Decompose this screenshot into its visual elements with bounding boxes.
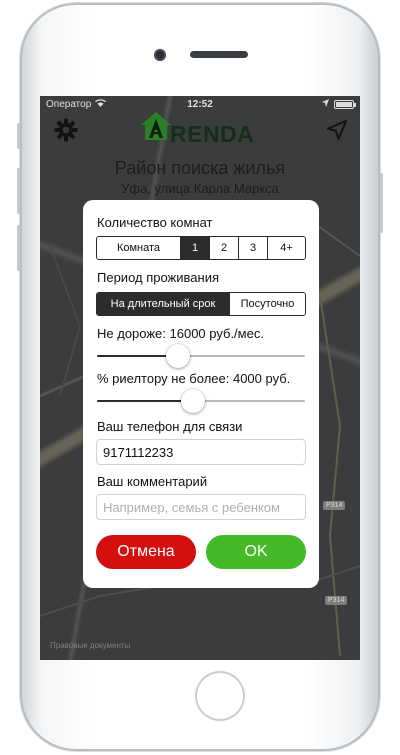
realtor-slider-thumb[interactable]: [181, 389, 205, 413]
period-label: Период проживания: [97, 270, 219, 285]
phone-label: Ваш телефон для связи: [97, 419, 243, 434]
earpiece-speaker: [190, 51, 248, 58]
rooms-option-1[interactable]: 1: [181, 237, 210, 259]
rooms-label: Количество комнат: [97, 215, 213, 230]
phone-input[interactable]: [96, 439, 306, 465]
rooms-option-3[interactable]: 3: [239, 237, 268, 259]
realtor-fee-slider[interactable]: [97, 386, 305, 416]
realtor-slider-fill: [97, 400, 193, 402]
ok-button[interactable]: OK: [206, 535, 306, 569]
mute-switch: [17, 123, 20, 149]
home-button[interactable]: [195, 671, 245, 721]
power-button: [380, 173, 383, 233]
cancel-button[interactable]: Отмена: [96, 535, 196, 569]
front-camera: [154, 49, 166, 61]
comment-input[interactable]: [96, 494, 306, 520]
price-slider-thumb[interactable]: [166, 344, 190, 368]
price-slider[interactable]: [97, 341, 305, 371]
rooms-segmented-control: Комната 1 2 3 4+: [96, 236, 306, 260]
period-option-long-term[interactable]: На длительный срок: [97, 293, 230, 315]
volume-down-button: [17, 225, 20, 271]
volume-up-button: [17, 168, 20, 214]
comment-label: Ваш комментарий: [97, 474, 208, 489]
realtor-fee-label: % риелтору не более: 4000 руб.: [97, 371, 291, 386]
screen: Оператор 12:52 RENDA Район поиска жилья …: [40, 96, 360, 660]
rooms-option-4plus[interactable]: 4+: [268, 237, 305, 259]
period-option-daily[interactable]: Посуточно: [230, 293, 305, 315]
period-segmented-control: На длительный срок Посуточно: [96, 292, 306, 316]
rooms-option-2[interactable]: 2: [210, 237, 239, 259]
search-settings-dialog: Количество комнат Комната 1 2 3 4+ Перио…: [83, 200, 319, 588]
price-label: Не дороже: 16000 руб./мес.: [97, 326, 264, 341]
rooms-option-room[interactable]: Комната: [97, 237, 181, 259]
